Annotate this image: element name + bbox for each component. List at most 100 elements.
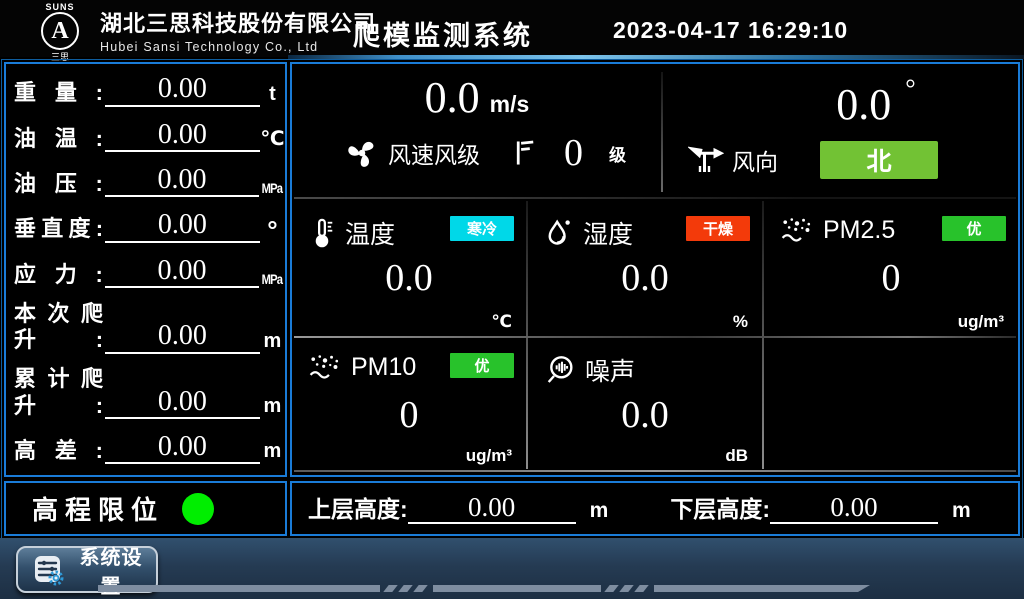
- temperature-value: 0.0: [292, 259, 526, 297]
- wind-speed-section: 0.0 m/s 风速风级 0 级: [292, 64, 662, 197]
- footer-bar: 系统设置: [0, 538, 1024, 599]
- pm25-status-badge: 优: [942, 216, 1006, 241]
- measure-row-stress: 应 力 : 0.00 MPa: [6, 256, 285, 288]
- measure-row-height-diff: 高 差 : 0.00 m: [6, 432, 285, 464]
- elevation-limit-panel: 高程限位: [4, 481, 287, 536]
- noise-value: 0.0: [528, 396, 762, 434]
- temperature-label: 温度: [345, 215, 395, 251]
- measure-value: 0.00: [105, 387, 260, 419]
- elevation-limit-label: 高程限位: [32, 490, 164, 527]
- measure-label: 累计爬升:: [14, 366, 103, 419]
- noise-label: 噪声: [585, 352, 635, 388]
- company-logo: SUNS A 三思: [28, 2, 92, 63]
- noise-header: 噪声: [528, 338, 762, 388]
- noise-cell: 噪声 0.0 dB: [528, 338, 762, 470]
- measure-row-current-climb: 本次爬升: 0.00 m: [6, 301, 285, 354]
- pm10-label: PM10: [351, 353, 416, 382]
- upper-height-value: 0.00: [408, 493, 576, 523]
- measure-value: 0.00: [105, 165, 259, 197]
- upper-height-unit: m: [590, 498, 609, 523]
- wind-direction-section: 0.0 ° 风向 北: [664, 64, 1018, 197]
- measure-label: 高 差 :: [14, 438, 103, 464]
- measure-value: 0.00: [105, 74, 260, 106]
- hmi-screen: { "header": { "logo_top": "SUNS", "logo_…: [0, 0, 1024, 599]
- pm10-unit: ug/m³: [466, 446, 512, 466]
- temperature-header: 温度 寒冷: [292, 201, 526, 251]
- header-divider: [288, 55, 1024, 59]
- wind-section-divider: [661, 72, 663, 192]
- temperature-status-badge: 寒冷: [450, 216, 514, 241]
- wind-direction-display: 0.0 °: [664, 76, 1018, 127]
- wind-level-row: 风速风级 0 级: [292, 134, 662, 172]
- temperature-unit: ℃: [491, 312, 512, 332]
- wind-direction-unit: °: [905, 74, 915, 103]
- empty-cell: [764, 338, 1018, 470]
- measure-label: 油 温 :: [14, 126, 103, 152]
- humidity-unit: %: [733, 312, 748, 332]
- measure-unit: MPa: [262, 270, 283, 288]
- wind-speed-label: 风速风级: [388, 136, 480, 170]
- company-name-cn: 湖北三思科技股份有限公司: [100, 6, 376, 38]
- measure-value: 0.00: [105, 210, 260, 242]
- logo-mark-icon: A: [41, 12, 79, 50]
- wind-vane-icon: [688, 142, 724, 178]
- environment-panel: 0.0 m/s 风速风级 0 级: [290, 62, 1020, 477]
- measure-label: 重 量 :: [14, 80, 103, 106]
- thermometer-icon: [308, 217, 336, 249]
- measure-row-oil-pressure: 油 压 : 0.00 MPa: [6, 165, 285, 197]
- measure-label: 垂直度:: [14, 216, 103, 242]
- upper-height-group: 上层高度: 0.00 m: [308, 493, 608, 523]
- dust-particles-icon: [308, 352, 342, 382]
- humidity-value: 0.0: [528, 259, 762, 297]
- fan-icon: [344, 135, 380, 171]
- company-name-en: Hubei Sansi Technology Co., Ltd: [100, 40, 376, 54]
- logo-top-text: SUNS: [28, 2, 92, 12]
- layer-heights-panel: 上层高度: 0.00 m 下层高度: 0.00 m: [290, 481, 1020, 536]
- pm10-value: 0: [292, 396, 526, 434]
- wind-direction-indicator: 北: [820, 141, 938, 179]
- measurement-panel: 重 量 : 0.00 t 油 温 : 0.00 ℃ 油 压 : 0.00 MPa…: [4, 62, 287, 477]
- wind-level-unit: 级: [609, 141, 626, 166]
- measure-unit: t: [260, 81, 285, 107]
- measure-value: 0.00: [105, 321, 260, 353]
- measure-row-weight: 重 量 : 0.00 t: [6, 74, 285, 106]
- pm10-status-badge: 优: [450, 353, 514, 378]
- pm25-header: PM2.5 优: [764, 201, 1018, 245]
- measure-label: 本次爬升:: [14, 301, 103, 354]
- wind-direction-label: 风向: [732, 143, 778, 177]
- noise-monitor-icon: [544, 354, 576, 386]
- dust-particles-icon: [780, 215, 814, 245]
- measure-unit: °: [260, 217, 285, 243]
- measure-row-oil-temp: 油 温 : 0.00 ℃: [6, 120, 285, 152]
- lower-height-unit: m: [952, 498, 971, 523]
- elevation-limit-status-indicator: [182, 493, 214, 525]
- measure-unit: ℃: [260, 126, 285, 152]
- humidity-header: 湿度 干燥: [528, 201, 762, 251]
- pm25-label: PM2.5: [823, 216, 895, 245]
- lower-height-group: 下层高度: 0.00 m: [670, 493, 970, 523]
- pm25-value: 0: [764, 259, 1018, 297]
- datetime-display: 2023-04-17 16:29:10: [613, 17, 848, 44]
- measure-label: 应 力 :: [14, 262, 103, 288]
- wind-grid-divider: [294, 197, 1016, 199]
- measure-unit: m: [260, 393, 285, 419]
- wind-level-value: 0: [564, 134, 583, 172]
- measure-value: 0.00: [105, 432, 260, 464]
- measure-label: 油 压 :: [14, 171, 103, 197]
- pm25-unit: ug/m³: [958, 312, 1004, 332]
- humidity-label: 湿度: [583, 215, 633, 251]
- measure-value: 0.00: [105, 120, 260, 152]
- page-title: 爬模监测系统: [353, 14, 533, 53]
- droplet-icon: [544, 217, 574, 249]
- pm10-header: PM10 优: [292, 338, 526, 382]
- settings-sliders-gear-icon: [32, 553, 66, 587]
- measure-row-total-climb: 累计爬升: 0.00 m: [6, 366, 285, 419]
- lower-height-label: 下层高度:: [670, 495, 770, 524]
- wind-speed-unit: m/s: [490, 91, 530, 117]
- temperature-cell: 温度 寒冷 0.0 ℃: [292, 201, 526, 336]
- grid-bottom-divider: [294, 470, 1016, 472]
- wind-level-flag-icon: [510, 138, 538, 168]
- measure-unit: m: [260, 328, 285, 354]
- wind-speed-value: 0.0: [425, 73, 480, 122]
- wind-direction-value: 0.0: [836, 80, 891, 129]
